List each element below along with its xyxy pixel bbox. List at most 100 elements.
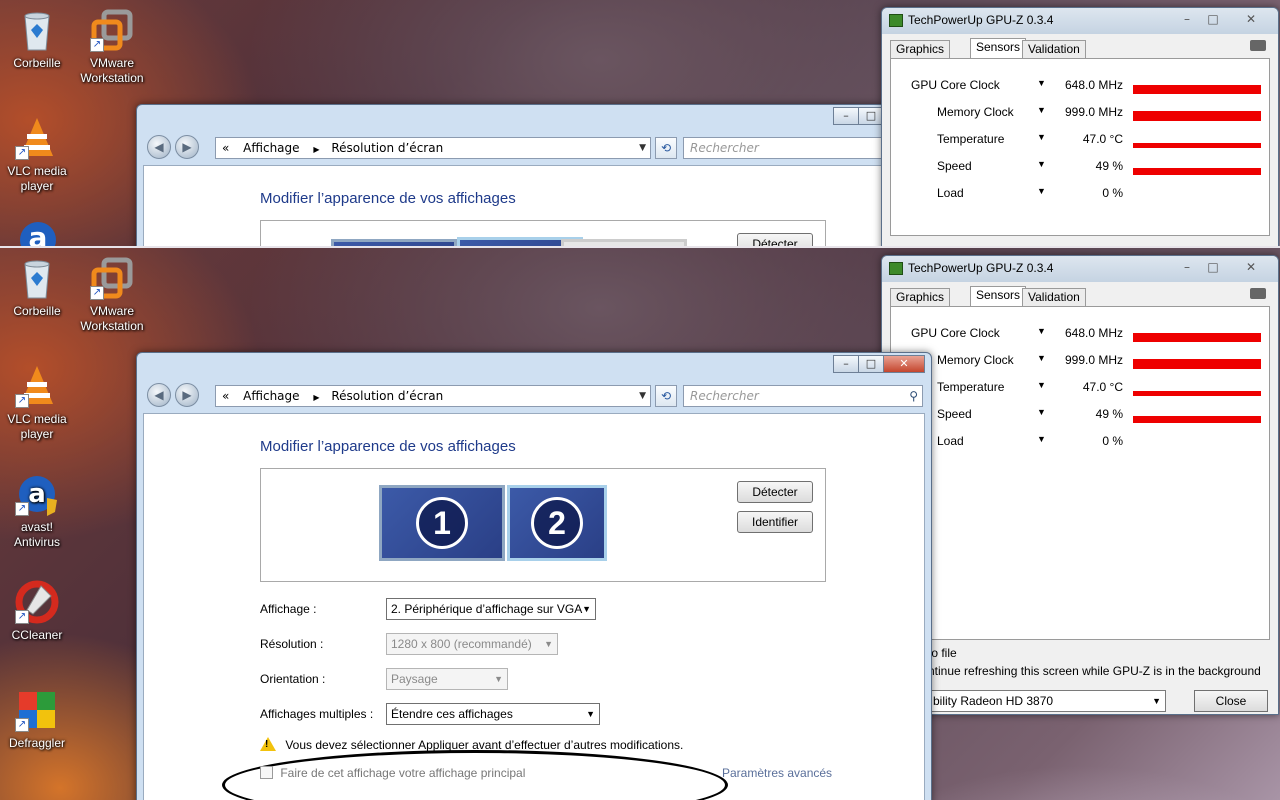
sensor-row: Speed ▼ 49 % <box>891 156 1269 176</box>
identify-button[interactable]: Identifier <box>737 511 813 533</box>
breadcrumb-prefix: « <box>222 141 230 155</box>
sensor-name: GPU Core Clock <box>911 326 1000 340</box>
multiple-displays-select[interactable]: Étendre ces affichages ▼ <box>386 703 600 725</box>
chevron-down-icon[interactable]: ▼ <box>1037 407 1046 417</box>
refresh-button[interactable]: ⟲ <box>655 137 677 159</box>
log-to-file-option[interactable]: to file <box>928 646 957 660</box>
back-button[interactable]: ◀ <box>147 135 171 159</box>
desktop-icon-vlc[interactable]: ↗ VLC media player <box>0 116 76 194</box>
back-button[interactable]: ◀ <box>147 383 171 407</box>
close-icon[interactable]: ✕ <box>1238 11 1264 29</box>
camera-icon[interactable] <box>1250 40 1266 51</box>
minimize-icon[interactable]: – <box>1174 259 1200 277</box>
monitor-number: 2 <box>531 497 583 549</box>
desktop-icon-vmware[interactable]: ↗ VMware Workstation <box>73 8 151 86</box>
tab-graphics-card[interactable]: Graphics Card <box>890 40 951 72</box>
chevron-down-icon[interactable]: ▼ <box>1037 159 1046 169</box>
desktop-icon-label: Corbeille <box>13 304 61 318</box>
address-bar[interactable]: « Affichage ▶ Résolution d’écran ▼ <box>215 137 651 159</box>
shortcut-arrow-icon: ↗ <box>90 38 104 52</box>
sensor-value: 648.0 MHz <box>1064 78 1123 92</box>
desktop-icon-label: Corbeille <box>13 56 61 70</box>
close-icon[interactable]: ✕ <box>883 355 925 373</box>
breadcrumb-affichage[interactable]: Affichage <box>243 389 299 403</box>
detect-button[interactable]: Détecter <box>737 481 813 503</box>
monitor-1[interactable]: 1 <box>379 485 505 561</box>
breadcrumb-resolution[interactable]: Résolution d’écran <box>331 389 443 403</box>
desktop-icon-ccleaner[interactable]: ↗ CCleaner <box>0 580 76 643</box>
advanced-settings-link[interactable]: Paramètres avancés <box>722 766 832 780</box>
continue-refreshing-option[interactable]: ntinue refreshing this screen while GPU-… <box>928 664 1261 678</box>
tab-sensors[interactable]: Sensors <box>970 286 1027 307</box>
tab-sensors[interactable]: Sensors <box>970 38 1027 59</box>
content-panel: Modifier l’apparence de vos affichages D… <box>143 165 925 248</box>
primary-display-option[interactable]: Faire de cet affichage votre affichage p… <box>260 766 525 780</box>
gpuz-titlebar: TechPowerUp GPU-Z 0.3.4 – □ ✕ <box>882 8 1278 34</box>
breadcrumb-resolution[interactable]: Résolution d’écran <box>331 141 443 155</box>
address-bar[interactable]: « Affichage ▶ Résolution d’écran ▼ <box>215 385 651 407</box>
sensor-name: Load <box>937 434 964 448</box>
sensor-row: Memory Clock ▼ 999.0 MHz <box>891 102 1269 122</box>
chevron-down-icon[interactable]: ▼ <box>1037 380 1046 390</box>
chevron-down-icon[interactable]: ▼ <box>1037 326 1046 336</box>
ccleaner-icon: ↗ <box>15 580 59 624</box>
primary-display-checkbox[interactable] <box>260 766 273 779</box>
display-select-value: 2. Périphérique d’affichage sur VGA <box>391 602 583 616</box>
content-panel: Modifier l’apparence de vos affichages 1… <box>143 413 925 800</box>
maximize-icon[interactable]: □ <box>1200 11 1226 29</box>
chevron-down-icon[interactable]: ▼ <box>1037 78 1046 88</box>
breadcrumb-separator-icon[interactable]: ▶ <box>313 145 319 154</box>
chevron-down-icon: ▼ <box>1152 696 1161 706</box>
desktop-icon-recycle-bin[interactable]: Corbeille <box>0 256 76 319</box>
gpuz-app-icon <box>889 14 903 27</box>
desktop-icon-vlc[interactable]: ↗ VLC media player <box>0 364 76 442</box>
gpu-select[interactable]: bility Radeon HD 3870 ▼ <box>928 690 1166 712</box>
monitor-2[interactable]: 2 <box>507 485 607 561</box>
vlc-icon: ↗ <box>15 364 59 408</box>
desktop-icon-recycle-bin[interactable]: Corbeille <box>0 8 76 71</box>
desktop-icon-avast[interactable]: a ↗ avast! Antivirus <box>0 472 76 550</box>
close-icon[interactable]: ✕ <box>1238 259 1264 277</box>
orientation-select[interactable]: Paysage ▼ <box>386 668 508 690</box>
desktop-top-band: Corbeille ↗ VMware Workstation ↗ VLC med… <box>0 0 1280 248</box>
search-input[interactable]: Rechercher ⚲ <box>683 385 923 407</box>
desktop-icon-vmware[interactable]: ↗ VMware Workstation <box>73 256 151 334</box>
shortcut-arrow-icon: ↗ <box>15 610 29 624</box>
chevron-down-icon[interactable]: ▼ <box>1037 186 1046 196</box>
tab-graphics-card[interactable]: Graphics Card <box>890 288 951 320</box>
tab-validation[interactable]: Validation <box>1022 40 1086 58</box>
desktop-icon-defraggler[interactable]: ↗ Defraggler <box>0 688 76 751</box>
chevron-down-icon[interactable]: ▼ <box>639 386 646 406</box>
forward-button[interactable]: ▶ <box>175 135 199 159</box>
sensor-bar <box>1133 416 1261 423</box>
maximize-icon[interactable]: □ <box>858 355 884 373</box>
maximize-icon[interactable]: □ <box>1200 259 1226 277</box>
sensor-value: 47.0 °C <box>1082 380 1123 394</box>
vmware-icon: ↗ <box>90 256 134 300</box>
minimize-icon[interactable]: – <box>833 355 859 373</box>
resolution-select[interactable]: 1280 x 800 (recommandé) ▼ <box>386 633 558 655</box>
desktop-icon-label: VLC media player <box>7 412 67 441</box>
shortcut-arrow-icon: ↗ <box>15 718 29 732</box>
camera-icon[interactable] <box>1250 288 1266 299</box>
minimize-icon[interactable]: – <box>833 107 859 125</box>
close-button[interactable]: Close <box>1194 690 1268 712</box>
breadcrumb-separator-icon[interactable]: ▶ <box>313 393 319 402</box>
forward-button[interactable]: ▶ <box>175 383 199 407</box>
chevron-down-icon[interactable]: ▼ <box>639 138 646 158</box>
multiple-displays-value: Étendre ces affichages <box>391 707 513 721</box>
chevron-down-icon[interactable]: ▼ <box>1037 434 1046 444</box>
tab-validation[interactable]: Validation <box>1022 288 1086 306</box>
chevron-down-icon[interactable]: ▼ <box>1037 105 1046 115</box>
chevron-down-icon[interactable]: ▼ <box>1037 353 1046 363</box>
sensor-graph <box>1133 109 1261 121</box>
gpuz-window: TechPowerUp GPU-Z 0.3.4 – □ ✕ Graphics C… <box>881 255 1279 715</box>
breadcrumb-affichage[interactable]: Affichage <box>243 141 299 155</box>
sensor-name: Memory Clock <box>937 353 1014 367</box>
monitor-panel: 1 2 Détecter Identifier <box>260 468 826 582</box>
sensor-bar <box>1133 168 1261 175</box>
minimize-icon[interactable]: – <box>1174 11 1200 29</box>
display-select[interactable]: 2. Périphérique d’affichage sur VGA ▼ <box>386 598 596 620</box>
chevron-down-icon[interactable]: ▼ <box>1037 132 1046 142</box>
refresh-button[interactable]: ⟲ <box>655 385 677 407</box>
